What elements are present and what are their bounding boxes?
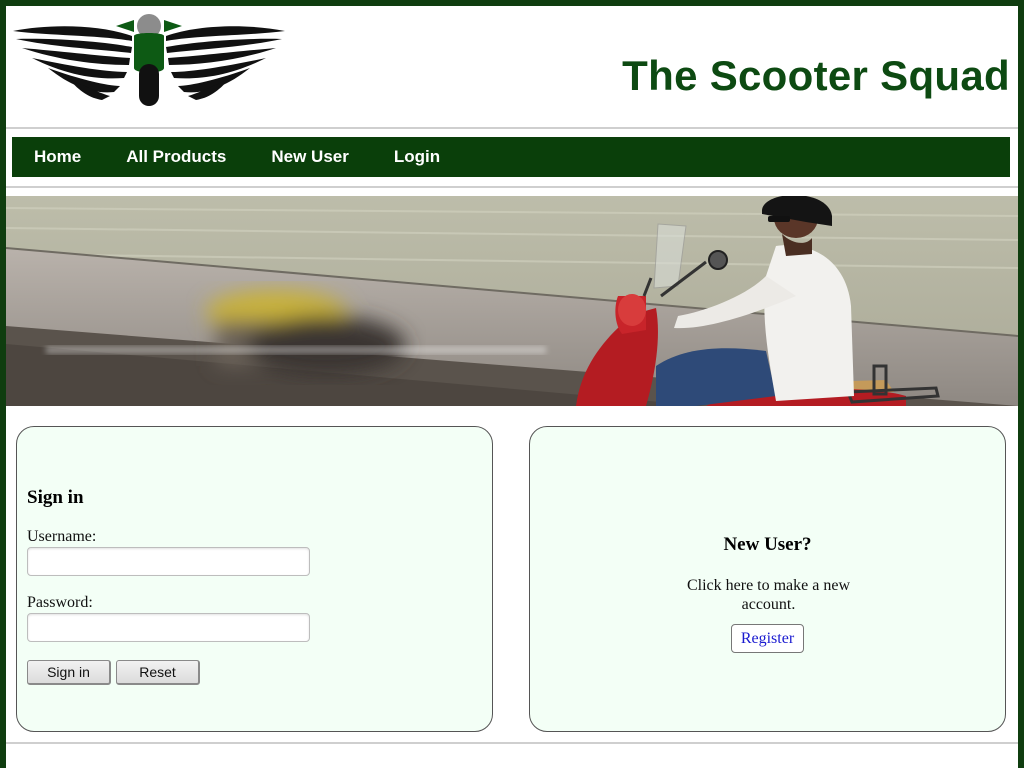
nav-login[interactable]: Login: [394, 147, 440, 167]
register-button[interactable]: Register: [731, 624, 804, 653]
signin-panel: Sign in Username: Password: Sign in Rese…: [16, 426, 493, 732]
signin-title: Sign in: [27, 487, 84, 508]
header-divider: [6, 127, 1018, 129]
footer-divider: [6, 742, 1018, 744]
main-nav: Home All Products New User Login: [12, 137, 1010, 177]
password-input[interactable]: [27, 613, 310, 642]
new-user-title: New User?: [723, 534, 812, 555]
new-user-text: Click here to make a new account.: [686, 577, 851, 613]
reset-button[interactable]: Reset: [116, 660, 200, 685]
winged-scooter-logo-icon[interactable]: [8, 10, 290, 108]
site-title: The Scooter Squad: [622, 52, 1010, 99]
nav-new-user[interactable]: New User: [271, 147, 348, 167]
password-label: Password:: [27, 594, 93, 611]
sign-in-button[interactable]: Sign in: [27, 660, 111, 685]
nav-divider: [6, 186, 1018, 188]
nav-home[interactable]: Home: [34, 147, 81, 167]
page-frame: The Scooter Squad Home All Products New …: [0, 0, 1024, 768]
nav-all-products[interactable]: All Products: [126, 147, 226, 167]
site-header: The Scooter Squad: [6, 6, 1018, 128]
username-input[interactable]: [27, 547, 310, 576]
new-user-panel: New User? Click here to make a new accou…: [529, 426, 1006, 732]
banner-image: [6, 196, 1018, 406]
username-label: Username:: [27, 528, 97, 545]
